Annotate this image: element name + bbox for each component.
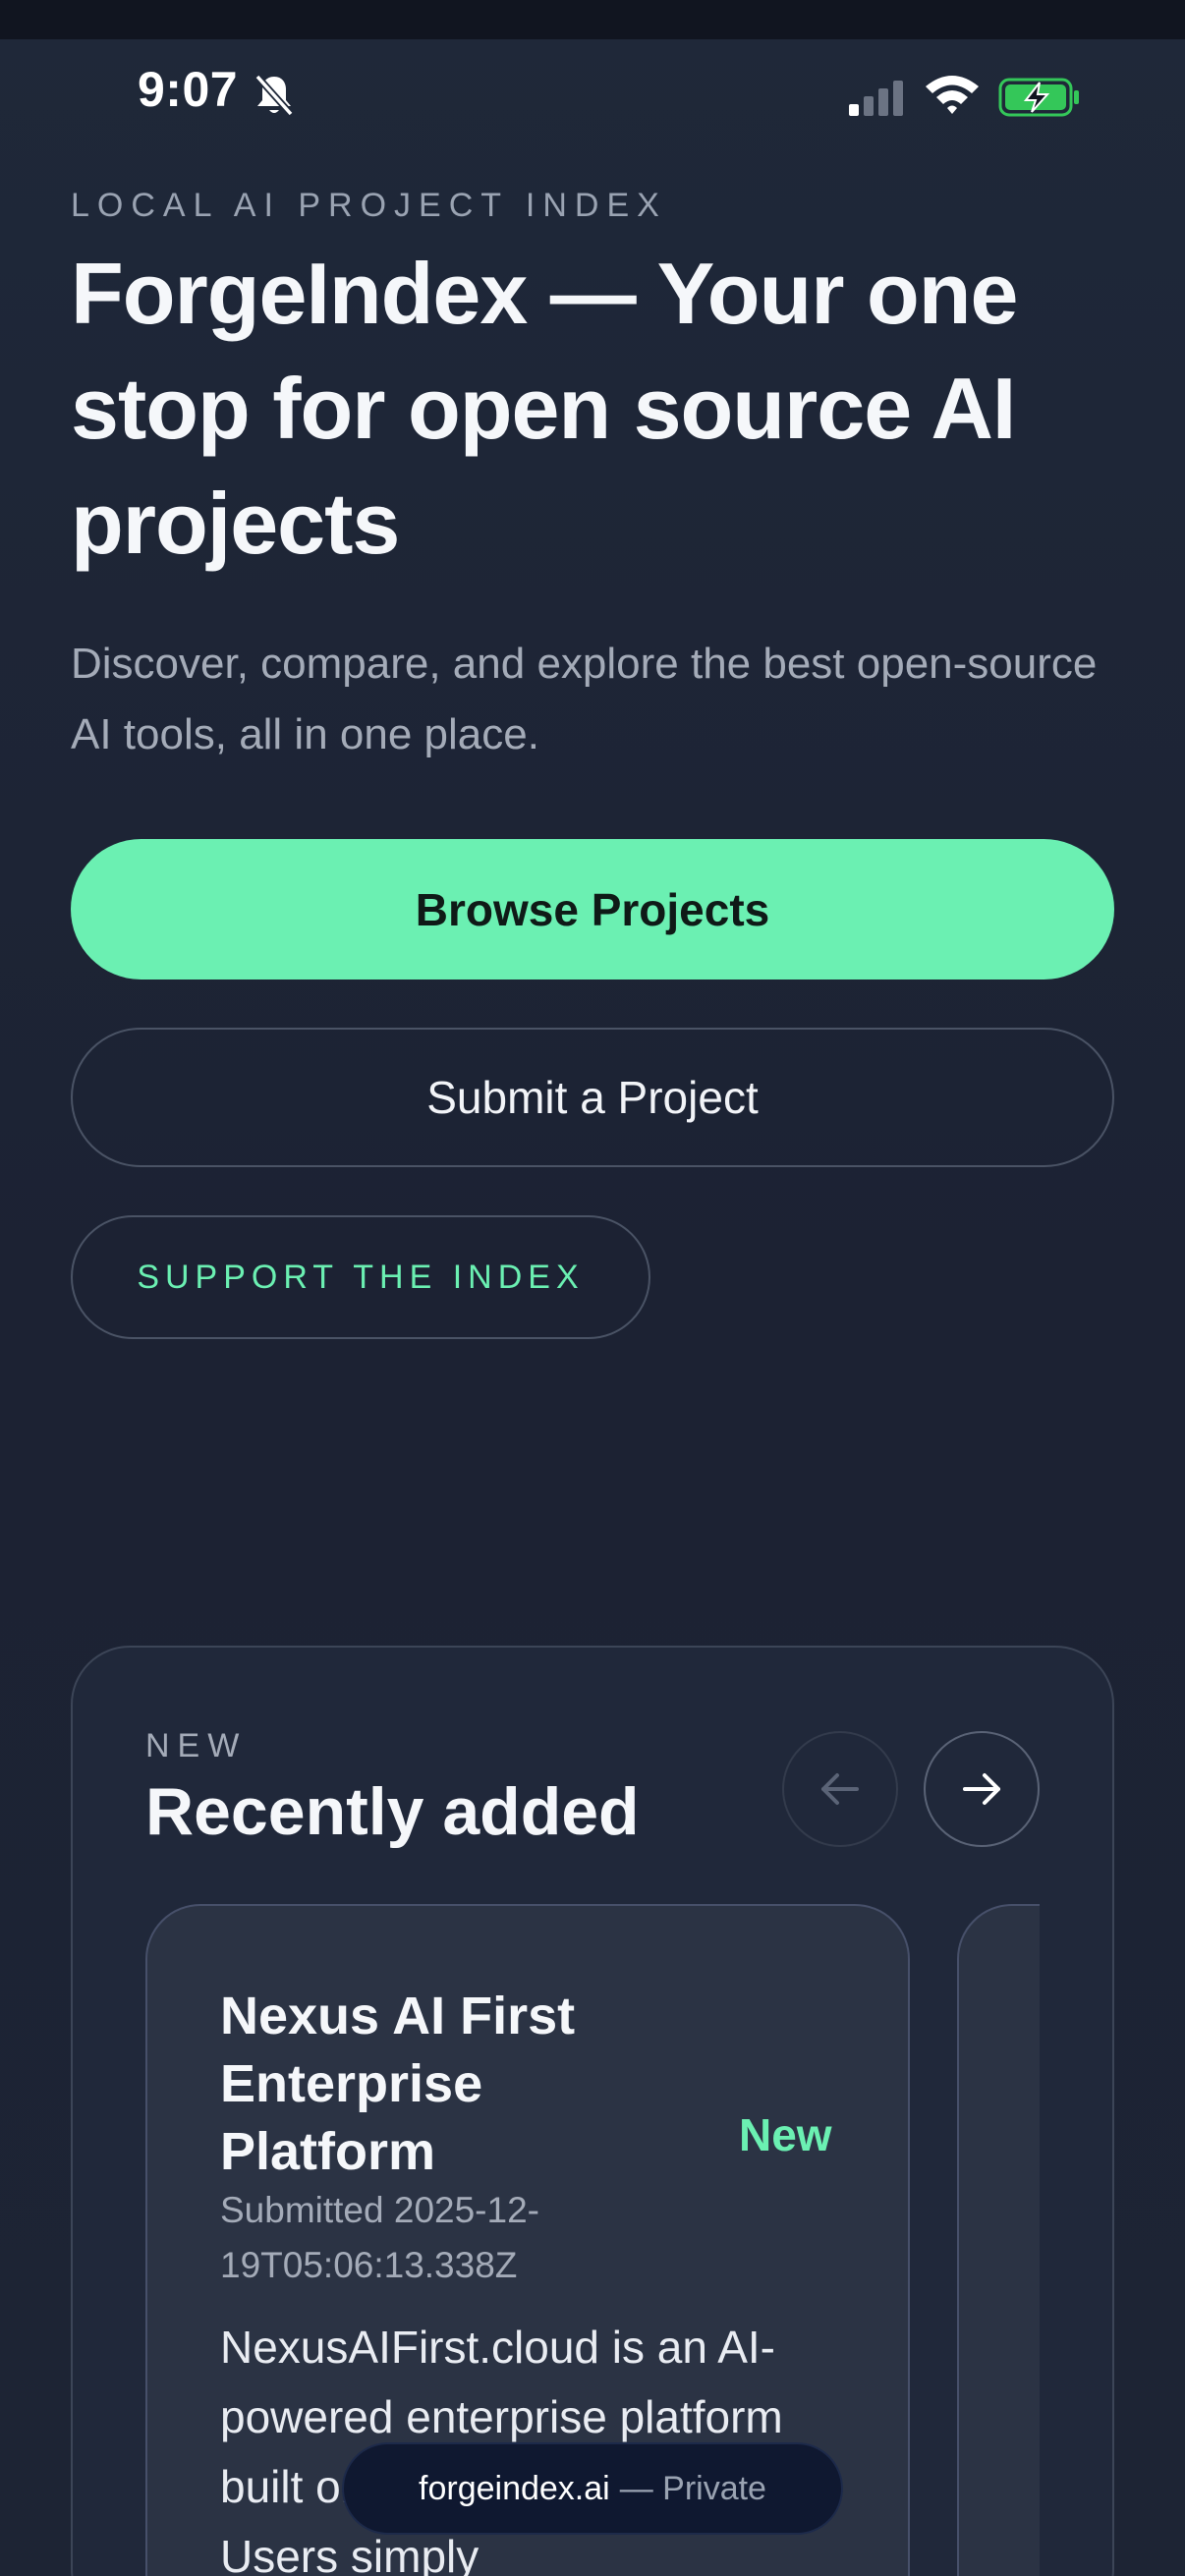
status-time: 9:07 [138, 62, 239, 117]
browse-projects-button[interactable]: Browse Projects [71, 839, 1114, 980]
recent-title: Recently added [145, 1774, 640, 1849]
arrow-right-icon [963, 1773, 1000, 1805]
cellular-signal-icon [849, 81, 903, 116]
project-card-next[interactable] [957, 1904, 1040, 2576]
page: 9:07 LOCAL AI PROJECT INDEX ForgeIndex —… [0, 0, 1185, 2576]
carousel-next-button[interactable] [924, 1731, 1040, 1847]
submit-project-button[interactable]: Submit a Project [71, 1028, 1114, 1167]
support-index-button[interactable]: SUPPORT THE INDEX [71, 1215, 650, 1339]
browser-url-pill[interactable]: forgeindex.ai — Private [342, 2442, 843, 2535]
hero-eyebrow: LOCAL AI PROJECT INDEX [71, 187, 667, 224]
card-submitted-date: Submitted 2025-12-19T05:06:13.338Z [220, 2190, 539, 2285]
wifi-icon [926, 76, 979, 114]
top-shade [0, 0, 1185, 39]
arrow-left-icon [821, 1773, 859, 1805]
card-title: Nexus AI First Enterprise Platform [220, 1987, 576, 2181]
hero-subtitle: Discover, compare, and explore the best … [71, 640, 1098, 758]
status-badge: New [739, 2109, 832, 2160]
private-mode-label: — Private [619, 2469, 766, 2507]
page-title: ForgeIndex — Your one stop for open sour… [71, 245, 1018, 572]
recent-eyebrow: NEW [145, 1727, 248, 1764]
url-domain: forgeindex.ai [419, 2469, 610, 2507]
bell-slash-icon [254, 74, 294, 117]
battery-charging-icon [998, 78, 1079, 117]
carousel-prev-button[interactable] [782, 1731, 898, 1847]
